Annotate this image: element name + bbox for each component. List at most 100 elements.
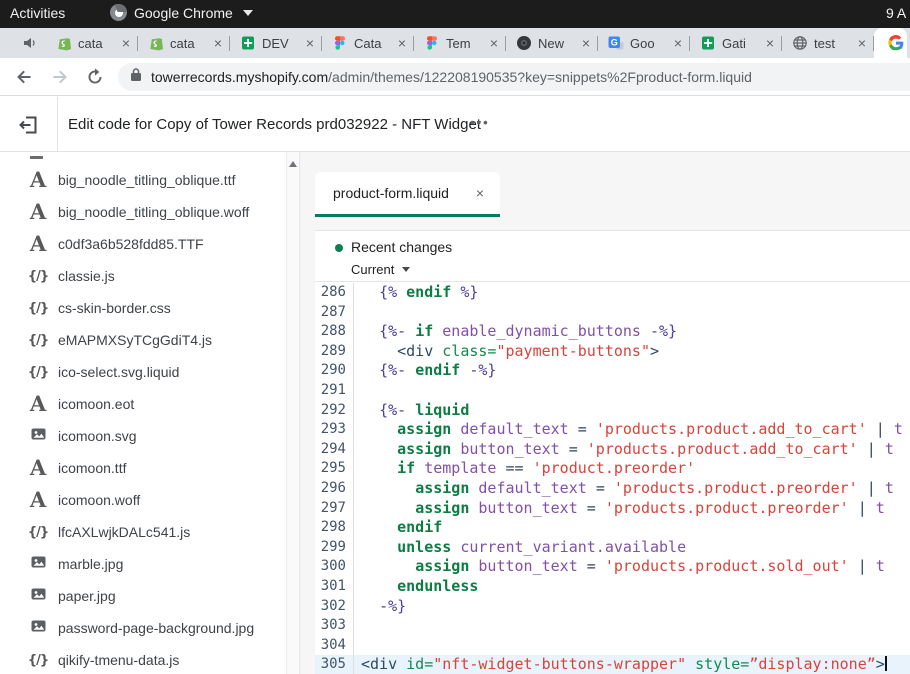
cutoff-file-icon — [30, 156, 43, 159]
code-file-icon: {/} — [27, 333, 49, 348]
editor-file-tab[interactable]: product-form.liquid × — [315, 172, 500, 214]
divider — [57, 97, 58, 152]
browser-tab-title: cata — [78, 36, 116, 51]
tab-close-button[interactable]: × — [766, 36, 774, 50]
scroll-up-arrow-icon[interactable] — [289, 161, 297, 167]
code-file-icon: {/} — [27, 269, 49, 284]
code-area[interactable]: 286 {% endif %}287288 {%- if enable_dyna… — [315, 283, 910, 674]
unsaved-changes-dot — [335, 244, 343, 252]
recent-changes-label: Recent changes — [351, 239, 452, 255]
line-number: 288 — [315, 322, 353, 342]
code-line[interactable]: 304 — [315, 636, 910, 656]
file-list-item[interactable]: {/}classie.js — [0, 260, 288, 292]
code-line[interactable]: 293 assign default_text = 'products.prod… — [315, 420, 910, 440]
file-list-item[interactable]: {/}eMAPMXSyTCgGdiT4.js — [0, 324, 288, 356]
file-list-item[interactable]: Aicomoon.woff — [0, 484, 288, 516]
url-path: /admin/themes/122208190535?key=snippets%… — [328, 69, 752, 85]
shopify-icon — [148, 35, 164, 51]
code-line-text: assign default_text = 'products.product.… — [353, 479, 910, 499]
file-list-item[interactable]: Abig_noodle_titling_oblique.woff — [0, 196, 288, 228]
code-line[interactable]: 294 assign button_text = 'products.produ… — [315, 440, 910, 460]
line-number: 290 — [315, 361, 353, 381]
file-list-item[interactable]: {/}qikify-tmenu-data.js — [0, 644, 288, 674]
file-list-item[interactable]: Abig_noodle_titling_oblique.ttf — [0, 164, 288, 196]
code-line[interactable]: 292 {%- liquid — [315, 401, 910, 421]
line-number: 303 — [315, 616, 353, 636]
browser-tab[interactable]: cata × — [46, 28, 137, 58]
browser-tab-active-partial[interactable] — [874, 28, 907, 58]
tab-close-button[interactable]: × — [582, 36, 590, 50]
code-line-text: -%} — [353, 597, 910, 617]
tab-close-button[interactable]: × — [674, 36, 682, 50]
clock[interactable]: 9 A — [886, 5, 910, 21]
code-line[interactable]: 286 {% endif %} — [315, 283, 910, 303]
forward-button[interactable] — [50, 67, 70, 87]
tab-close-button[interactable]: × — [858, 36, 866, 50]
file-name: paper.jpg — [58, 588, 116, 604]
address-bar[interactable]: towerrecords.myshopify.com/admin/themes/… — [118, 63, 910, 91]
sidebar-scrollbar[interactable] — [286, 152, 298, 674]
file-list-item[interactable]: password-page-background.jpg — [0, 612, 288, 644]
browser-tab-title: New — [538, 36, 576, 51]
file-list-item[interactable]: paper.jpg — [0, 580, 288, 612]
file-list-item[interactable]: {/}cs-skin-border.css — [0, 292, 288, 324]
tab-close-button[interactable]: × — [490, 36, 498, 50]
app-menu-label: Google Chrome — [134, 5, 233, 21]
browser-tab[interactable]: Cata× — [322, 28, 413, 58]
browser-tab[interactable]: test× — [782, 28, 873, 58]
file-list-item[interactable]: icomoon.svg — [0, 420, 288, 452]
back-button[interactable] — [14, 67, 34, 87]
file-list-item[interactable]: Aicomoon.ttf — [0, 452, 288, 484]
google-icon — [888, 35, 904, 51]
tab-close-button[interactable]: × — [214, 36, 222, 50]
line-number: 289 — [315, 342, 353, 362]
editor-tab-close-button[interactable]: × — [476, 185, 484, 201]
browser-tab[interactable]: cata× — [138, 28, 229, 58]
chevron-down-icon — [402, 267, 410, 272]
code-line[interactable]: 299 unless current_variant.available — [315, 538, 910, 558]
code-line[interactable]: 287 — [315, 303, 910, 323]
code-line[interactable]: 302 -%} — [315, 597, 910, 617]
app-menu[interactable]: Google Chrome — [110, 4, 253, 21]
code-line[interactable]: 303 — [315, 616, 910, 636]
line-number: 287 — [315, 303, 353, 323]
code-line[interactable]: 297 assign button_text = 'products.produ… — [315, 499, 910, 519]
reload-button[interactable] — [85, 67, 105, 87]
version-dropdown[interactable]: Current — [351, 262, 410, 277]
code-line[interactable]: 301 endunless — [315, 577, 910, 597]
file-list-item[interactable]: Aicomoon.eot — [0, 388, 288, 420]
browser-tab[interactable]: Tem× — [414, 28, 505, 58]
more-options-button[interactable]: ••• — [470, 115, 490, 130]
code-line[interactable]: 298 endif — [315, 518, 910, 538]
browser-tab[interactable]: New × — [506, 28, 597, 58]
browser-tab[interactable]: GGoo× — [598, 28, 689, 58]
code-line[interactable]: 289 <div class="payment-buttons"> — [315, 342, 910, 362]
code-line[interactable]: 305<div id="nft-widget-buttons-wrapper" … — [315, 655, 910, 674]
code-line-text: {%- liquid — [353, 401, 910, 421]
line-number: 299 — [315, 538, 353, 558]
code-line[interactable]: 296 assign default_text = 'products.prod… — [315, 479, 910, 499]
file-name: big_noodle_titling_oblique.ttf — [58, 172, 235, 188]
speaker-icon[interactable] — [22, 35, 38, 51]
browser-tab[interactable]: DEV× — [230, 28, 321, 58]
code-line-text: unless current_variant.available — [353, 538, 910, 558]
activities-button[interactable]: Activities — [10, 5, 65, 21]
tab-close-button[interactable]: × — [398, 36, 406, 50]
code-line[interactable]: 291 — [315, 381, 910, 401]
code-line[interactable]: 300 assign button_text = 'products.produ… — [315, 557, 910, 577]
browser-tab[interactable]: Gati× — [690, 28, 781, 58]
code-line[interactable]: 288 {%- if enable_dynamic_buttons -%} — [315, 322, 910, 342]
file-list-item[interactable]: {/}lfcAXLwjkDALc541.js — [0, 516, 288, 548]
tab-close-button[interactable]: × — [122, 36, 130, 50]
code-line[interactable]: 290 {%- endif -%} — [315, 361, 910, 381]
file-list-item[interactable]: {/}ico-select.svg.liquid — [0, 356, 288, 388]
exit-editor-button[interactable] — [18, 114, 40, 136]
line-number: 305 — [315, 655, 353, 674]
tab-close-button[interactable]: × — [306, 36, 314, 50]
code-file-icon: {/} — [27, 525, 49, 540]
file-name: cs-skin-border.css — [58, 300, 171, 316]
file-list-item[interactable]: Ac0df3a6b528fdd85.TTF — [0, 228, 288, 260]
file-list-item[interactable]: marble.jpg — [0, 548, 288, 580]
code-line[interactable]: 295 if template == 'product.preorder' — [315, 459, 910, 479]
figma-icon — [332, 35, 348, 51]
